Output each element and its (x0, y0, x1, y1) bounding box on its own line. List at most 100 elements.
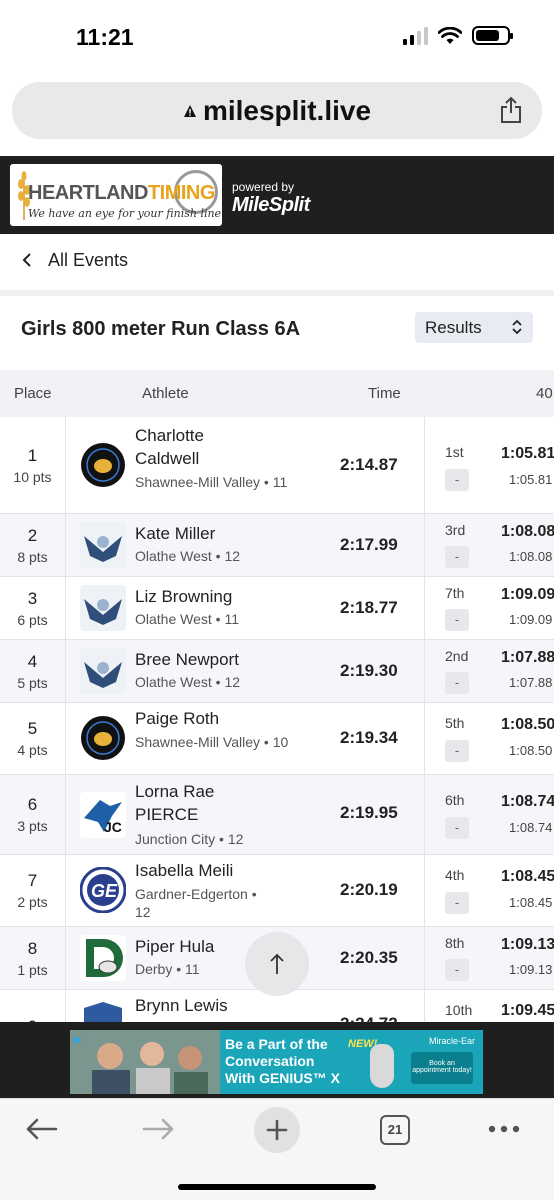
split-rank: 4th (445, 867, 465, 883)
header-split: 40 (536, 385, 553, 402)
ad-cta-button[interactable]: Book an appointment today! (411, 1052, 473, 1084)
split-cumulative: 1:09.13 (509, 962, 553, 977)
logo-part2: TIMING (147, 182, 216, 204)
split-time: 1:07.88 (501, 649, 554, 666)
finish-time: 2:19.30 (340, 661, 398, 680)
athlete-name[interactable]: Paige Roth (135, 707, 315, 730)
place-points: 6 pts (17, 611, 48, 628)
athlete-name[interactable]: Lorna Rae PIERCE (135, 780, 245, 826)
place-number: 3 (27, 588, 38, 608)
header-place: Place (14, 385, 52, 402)
place-cell: 5 4 pts (0, 703, 66, 774)
view-select[interactable]: Results (415, 312, 533, 343)
place-cell: 9 (0, 990, 66, 1022)
split-delta: - (445, 892, 469, 914)
place-number: 2 (27, 525, 38, 545)
table-row[interactable]: 6 3 pts JC Lorna Rae PIERCE Junction Cit… (0, 775, 554, 855)
split-delta: - (445, 546, 469, 568)
split-delta: - (445, 672, 469, 694)
place-number: 6 (27, 795, 38, 814)
split-cell: 4th - 1:08.45 1:08.45 (424, 855, 554, 926)
finish-time: 2:24.72 (340, 1014, 398, 1022)
team-logo-gardner-edgerton: GE (80, 867, 126, 913)
place-cell: 1 10 pts (0, 417, 66, 513)
tab-switcher-button[interactable]: 21 (380, 1115, 410, 1145)
svg-text:GE: GE (91, 881, 118, 901)
team-logo-olathe-west (80, 585, 126, 631)
split-cumulative: 1:07.88 (509, 675, 553, 690)
team-logo-northwest (80, 1000, 126, 1022)
advertisement[interactable]: Be a Part of the Conversation With GENIU… (70, 1030, 483, 1094)
logo-wordmark: HEARTLANDTIMING (28, 182, 215, 205)
address-bar[interactable]: milesplit.live (12, 82, 542, 139)
team-logo-olathe-west (80, 648, 126, 694)
split-time: 1:08.45 (501, 868, 554, 885)
table-row[interactable]: 1 10 pts Charlotte Caldwell Shawnee-Mill… (0, 417, 554, 514)
finish-time: 2:19.95 (340, 803, 398, 822)
heartland-timing-logo[interactable]: HEARTLANDTIMING We have an eye for your … (10, 164, 222, 226)
table-row[interactable]: 7 2 pts GE Isabella Meili Gardner-Edgert… (0, 855, 554, 927)
team-logo-olathe-west (80, 522, 126, 568)
ad-headline: Be a Part of the Conversation With GENIU… (225, 1036, 340, 1086)
split-time: 1:08.08 (501, 523, 554, 540)
athlete-name[interactable]: Isabella Meili (135, 859, 315, 882)
logo-tagline: We have an eye for your finish line (28, 207, 222, 220)
url-text: milesplit.live (202, 94, 372, 126)
back-to-all-events[interactable]: All Events (0, 240, 554, 280)
more-options-icon[interactable] (488, 1125, 520, 1133)
place-points: 5 pts (17, 674, 48, 691)
split-time: 1:09.45 (501, 1002, 554, 1019)
wifi-icon (438, 26, 462, 44)
split-cumulative: 1:08.08 (509, 549, 553, 564)
view-select-value: Results (425, 317, 482, 337)
all-events-label: All Events (48, 249, 129, 270)
event-title: Girls 800 meter Run Class 6A (21, 318, 301, 340)
finish-time: 2:18.77 (340, 598, 398, 617)
cellular-signal-icon (403, 26, 428, 45)
split-time: 1:09.13 (501, 936, 554, 953)
forward-arrow-icon[interactable] (142, 1117, 176, 1141)
section-divider (0, 290, 554, 296)
powered-by-label: powered by (232, 180, 295, 194)
finish-time: 2:14.87 (340, 455, 398, 474)
split-rank: 2nd (445, 648, 469, 664)
battery-icon (472, 26, 513, 45)
split-delta: - (445, 740, 469, 762)
share-icon[interactable] (498, 96, 524, 124)
split-time: 1:05.81 (501, 445, 554, 462)
place-number: 7 (27, 871, 38, 890)
athlete-name[interactable]: Brynn Lewis (135, 994, 315, 1017)
table-row[interactable]: 2 8 pts Kate Miller Olathe West • 12 2:1… (0, 514, 554, 577)
athlete-name[interactable]: Bree Newport (135, 648, 315, 671)
athlete-team: Shawnee-Mill Valley • 10 (135, 734, 289, 750)
status-icons (403, 26, 513, 45)
plus-icon (266, 1119, 288, 1141)
back-arrow-icon[interactable] (24, 1117, 58, 1141)
table-row[interactable]: 4 5 pts Bree Newport Olathe West • 12 2:… (0, 640, 554, 703)
table-row[interactable]: 5 4 pts Paige Roth Shawnee-Mill Valley •… (0, 703, 554, 775)
place-points: 1 pts (17, 961, 48, 978)
split-time: 1:08.74 (501, 793, 554, 810)
athlete-name[interactable]: Kate Miller (135, 522, 315, 545)
table-row[interactable]: 3 6 pts Liz Browning Olathe West • 11 2:… (0, 577, 554, 640)
scroll-to-top-button[interactable] (245, 932, 309, 996)
finish-time: 2:17.99 (340, 535, 398, 554)
split-rank: 10th (445, 1002, 473, 1018)
split-cumulative: 1:05.81 (509, 472, 553, 487)
split-rank: 8th (445, 935, 465, 951)
place-cell: 8 1 pts (0, 927, 66, 989)
new-tab-button[interactable] (254, 1107, 300, 1153)
status-bar: 11:21 (0, 0, 554, 70)
place-number: 1 (27, 445, 38, 465)
milesplit-logo[interactable]: MileSplit (232, 194, 310, 217)
finish-time: 2:20.35 (340, 948, 398, 967)
athlete-name[interactable]: Charlotte Caldwell (135, 424, 245, 470)
athlete-name[interactable]: Liz Browning (135, 585, 315, 608)
split-cell: 7th - 1:09.09 1:09.09 (424, 577, 554, 639)
split-cell: 2nd - 1:07.88 1:07.88 (424, 640, 554, 702)
split-cell: 8th - 1:09.13 1:09.13 (424, 927, 554, 989)
split-time: 1:09.09 (501, 586, 554, 603)
split-cell: 5th - 1:08.50 1:08.50 (424, 703, 554, 774)
hearing-aid-icon (370, 1044, 394, 1088)
place-points: 10 pts (13, 468, 52, 485)
